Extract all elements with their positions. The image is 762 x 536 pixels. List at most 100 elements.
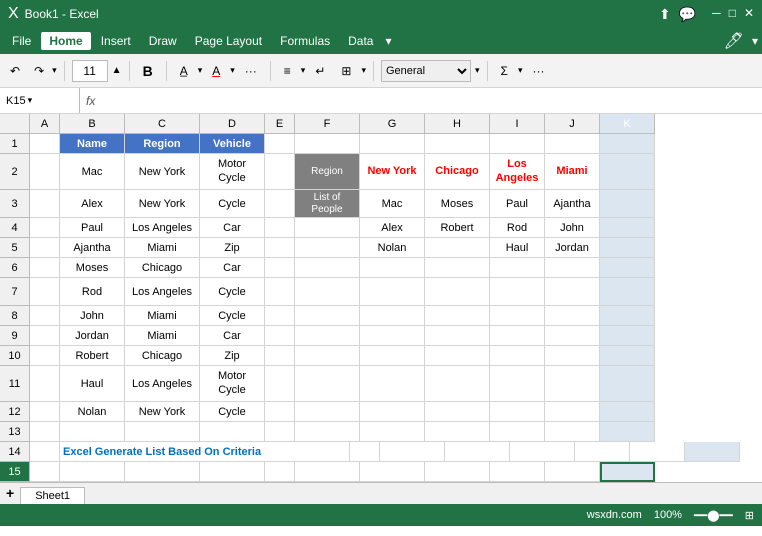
cell-g11[interactable]	[360, 366, 425, 402]
cell-d4[interactable]: Car	[200, 218, 265, 238]
cell-k12[interactable]	[600, 402, 655, 422]
cell-i1[interactable]	[490, 134, 545, 154]
cell-j7[interactable]	[545, 278, 600, 306]
row-header-5[interactable]: 5	[0, 238, 30, 258]
cell-k7[interactable]	[600, 278, 655, 306]
cell-i5[interactable]: Haul	[490, 238, 545, 258]
cell-b15[interactable]	[60, 462, 125, 482]
cell-c8[interactable]: Miami	[125, 306, 200, 326]
cell-g13[interactable]	[360, 422, 425, 442]
cell-c12[interactable]: New York	[125, 402, 200, 422]
cell-h11[interactable]	[425, 366, 490, 402]
cell-g1[interactable]	[360, 134, 425, 154]
row-header-2[interactable]: 2	[0, 154, 30, 190]
cell-b7[interactable]: Rod	[60, 278, 125, 306]
cell-k1[interactable]	[600, 134, 655, 154]
cell-e9[interactable]	[265, 326, 295, 346]
cell-i14[interactable]	[575, 442, 630, 462]
cell-e6[interactable]	[265, 258, 295, 278]
redo-btn[interactable]: ↷	[28, 61, 50, 81]
menu-file[interactable]: File	[4, 32, 39, 50]
cell-h15[interactable]	[425, 462, 490, 482]
cell-f1[interactable]	[295, 134, 360, 154]
cell-k13[interactable]	[600, 422, 655, 442]
menu-data[interactable]: Data	[340, 32, 381, 50]
cell-k8[interactable]	[600, 306, 655, 326]
col-header-k[interactable]: K	[600, 114, 655, 134]
cell-c11[interactable]: Los Angeles	[125, 366, 200, 402]
row-header-9[interactable]: 9	[0, 326, 30, 346]
cell-d11[interactable]: Motor Cycle	[200, 366, 265, 402]
cell-c2[interactable]: New York	[125, 154, 200, 190]
cell-k11[interactable]	[600, 366, 655, 402]
cell-i7[interactable]	[490, 278, 545, 306]
cell-j3[interactable]: Ajantha	[545, 190, 600, 218]
cell-e3[interactable]	[265, 190, 295, 218]
cell-d7[interactable]: Cycle	[200, 278, 265, 306]
cell-j13[interactable]	[545, 422, 600, 442]
cell-e14[interactable]	[350, 442, 380, 462]
cell-c5[interactable]: Miami	[125, 238, 200, 258]
cell-k15[interactable]	[600, 462, 655, 482]
cell-f8[interactable]	[295, 306, 360, 326]
cell-g15[interactable]	[360, 462, 425, 482]
cell-d12[interactable]: Cycle	[200, 402, 265, 422]
cell-d3[interactable]: Cycle	[200, 190, 265, 218]
cell-b13[interactable]	[60, 422, 125, 442]
cell-f12[interactable]	[295, 402, 360, 422]
more-btn[interactable]: ···	[239, 61, 263, 81]
cell-h3[interactable]: Moses	[425, 190, 490, 218]
menu-home[interactable]: Home	[41, 32, 90, 50]
cell-h6[interactable]	[425, 258, 490, 278]
row-header-8[interactable]: 8	[0, 306, 30, 326]
minimize-icon[interactable]: ─	[712, 6, 721, 23]
font-size-input[interactable]	[72, 60, 108, 82]
cell-i4[interactable]: Rod	[490, 218, 545, 238]
cell-f6[interactable]	[295, 258, 360, 278]
cell-g6[interactable]	[360, 258, 425, 278]
cell-b9[interactable]: Jordan	[60, 326, 125, 346]
add-sheet-btn[interactable]: +	[0, 482, 20, 504]
cell-b14-footer[interactable]: Excel Generate List Based On Criteria	[60, 442, 350, 462]
cell-i9[interactable]	[490, 326, 545, 346]
row-header-14[interactable]: 14	[0, 442, 30, 462]
menu-draw[interactable]: Draw	[141, 32, 185, 50]
cell-g5[interactable]: Nolan	[360, 238, 425, 258]
cell-b8[interactable]: John	[60, 306, 125, 326]
cell-f15[interactable]	[295, 462, 360, 482]
cell-g3[interactable]: Mac	[360, 190, 425, 218]
cell-h5[interactable]	[425, 238, 490, 258]
cell-i10[interactable]	[490, 346, 545, 366]
cell-d9[interactable]: Car	[200, 326, 265, 346]
cell-a5[interactable]	[30, 238, 60, 258]
cell-i2[interactable]: Los Angeles	[490, 154, 545, 190]
cell-j9[interactable]	[545, 326, 600, 346]
cell-b3[interactable]: Alex	[60, 190, 125, 218]
cell-j10[interactable]	[545, 346, 600, 366]
row-header-3[interactable]: 3	[0, 190, 30, 218]
cell-f5[interactable]	[295, 238, 360, 258]
cell-b6[interactable]: Moses	[60, 258, 125, 278]
cell-i12[interactable]	[490, 402, 545, 422]
cell-g9[interactable]	[360, 326, 425, 346]
cell-f9[interactable]	[295, 326, 360, 346]
cell-d2[interactable]: Motor Cycle	[200, 154, 265, 190]
cell-e1[interactable]	[265, 134, 295, 154]
col-header-a[interactable]: A	[30, 114, 60, 134]
merge-btn[interactable]: ⊞	[335, 61, 357, 81]
col-header-g[interactable]: G	[360, 114, 425, 134]
cell-a15[interactable]	[30, 462, 60, 482]
cell-j12[interactable]	[545, 402, 600, 422]
cell-b12[interactable]: Nolan	[60, 402, 125, 422]
cell-i6[interactable]	[490, 258, 545, 278]
cell-d15[interactable]	[200, 462, 265, 482]
cell-h9[interactable]	[425, 326, 490, 346]
cell-e8[interactable]	[265, 306, 295, 326]
row-header-4[interactable]: 4	[0, 218, 30, 238]
autosum-btn[interactable]: Σ	[495, 61, 514, 81]
cell-a10[interactable]	[30, 346, 60, 366]
col-header-f[interactable]: F	[295, 114, 360, 134]
menu-page-layout[interactable]: Page Layout	[187, 32, 270, 50]
cell-h14[interactable]	[510, 442, 575, 462]
cell-d10[interactable]: Zip	[200, 346, 265, 366]
